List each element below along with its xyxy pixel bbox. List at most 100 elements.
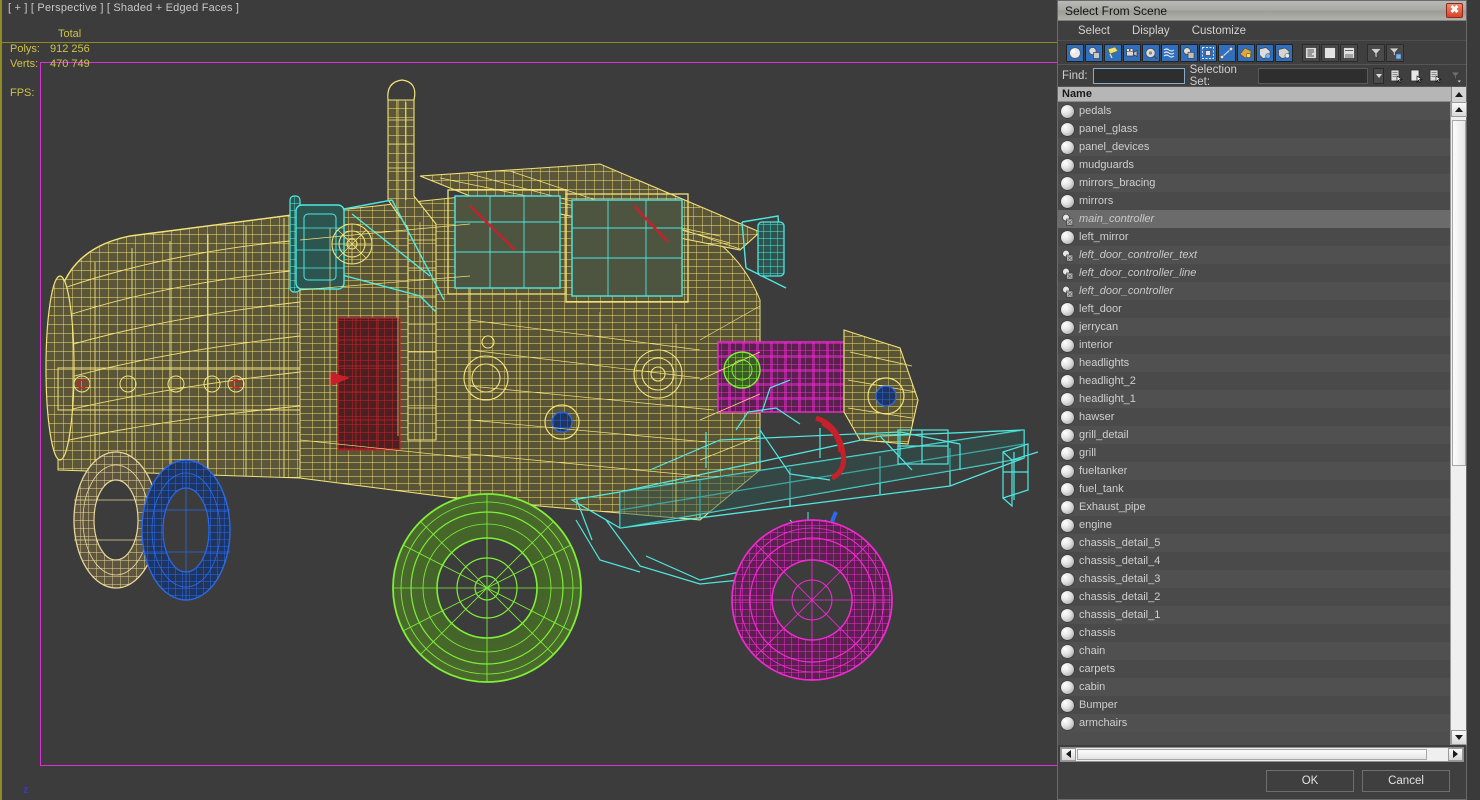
geometry-object-icon[interactable] (1061, 608, 1074, 622)
list-item[interactable]: armchairs (1058, 714, 1450, 732)
scroll-left-button[interactable] (1061, 747, 1076, 761)
geometry-object-icon[interactable] (1061, 320, 1074, 334)
geometry-object-icon[interactable] (1061, 392, 1074, 406)
list-item[interactable]: Exhaust_pipe (1058, 498, 1450, 516)
list-item[interactable]: left_door_controller_line (1058, 264, 1450, 282)
funnel-icon[interactable] (1367, 43, 1385, 62)
list-item[interactable]: chain (1058, 642, 1450, 660)
list-item[interactable]: main_controller (1058, 210, 1450, 228)
geometry-object-icon[interactable] (1061, 140, 1074, 154)
list-item[interactable]: panel_glass (1058, 120, 1450, 138)
funnel-config-icon[interactable] (1386, 43, 1404, 62)
list-item[interactable]: headlight_2 (1058, 372, 1450, 390)
geometry-object-icon[interactable] (1061, 176, 1074, 190)
geometry-object-icon[interactable] (1061, 302, 1074, 316)
children-icon[interactable] (1275, 43, 1293, 62)
bone-icon[interactable] (1218, 43, 1236, 62)
geometry-object-icon[interactable] (1061, 374, 1074, 388)
list-item[interactable]: chassis_detail_5 (1058, 534, 1450, 552)
geometry-object-icon[interactable] (1061, 680, 1074, 694)
vertical-scrollbar-thumb[interactable] (1452, 120, 1466, 466)
shape-object-icon[interactable] (1061, 213, 1074, 226)
page-cursor-icon[interactable] (1409, 67, 1423, 84)
scene-object-list[interactable]: pedals panel_glass panel_devices mudguards m… (1058, 102, 1450, 745)
list-item[interactable]: engine (1058, 516, 1450, 534)
list-item[interactable]: chassis (1058, 624, 1450, 642)
geometry-object-icon[interactable] (1061, 194, 1074, 208)
close-icon[interactable]: ✖ (1446, 3, 1463, 18)
hidden-icon[interactable] (1256, 43, 1274, 62)
geometry-object-icon[interactable] (1061, 230, 1074, 244)
list-item[interactable]: chassis_detail_3 (1058, 570, 1450, 588)
search-input[interactable] (1092, 67, 1185, 84)
menu-select[interactable]: Select (1078, 25, 1110, 37)
sort-ascending-icon[interactable] (1451, 87, 1466, 102)
sphere-icon[interactable] (1066, 43, 1084, 62)
page-pointer-icon[interactable] (1389, 67, 1404, 84)
list-item[interactable]: cabin (1058, 678, 1450, 696)
list-lines-icon[interactable] (1302, 43, 1320, 62)
geometry-object-icon[interactable] (1061, 590, 1074, 604)
menu-display[interactable]: Display (1132, 25, 1170, 37)
page-lines-icon[interactable] (1340, 43, 1358, 62)
filter-dropdown-icon[interactable] (1448, 67, 1462, 84)
list-item[interactable]: left_door_controller_text (1058, 246, 1450, 264)
list-item[interactable]: hawser (1058, 408, 1450, 426)
geometry-object-icon[interactable] (1061, 428, 1074, 442)
geometry-object-icon[interactable] (1061, 644, 1074, 658)
camera-icon[interactable] (1123, 43, 1141, 62)
geometry-object-icon[interactable] (1061, 500, 1074, 514)
shape-object-icon[interactable] (1061, 267, 1074, 280)
tape-helper-icon[interactable] (1142, 43, 1160, 62)
list-item[interactable]: headlights (1058, 354, 1450, 372)
list-item[interactable]: chassis_detail_4 (1058, 552, 1450, 570)
geometry-object-icon[interactable] (1061, 410, 1074, 424)
xref-icon[interactable] (1199, 43, 1217, 62)
list-item[interactable]: grill_detail (1058, 426, 1450, 444)
cancel-button[interactable]: Cancel (1362, 770, 1450, 792)
list-item[interactable]: fuel_tank (1058, 480, 1450, 498)
geometry-object-icon[interactable] (1061, 572, 1074, 586)
geometry-object-icon[interactable] (1061, 716, 1074, 730)
menu-customize[interactable]: Customize (1192, 25, 1246, 37)
scroll-right-button[interactable] (1448, 747, 1463, 761)
geometry-object-icon[interactable] (1061, 158, 1074, 172)
shapes-icon[interactable] (1085, 43, 1103, 62)
geometry-object-icon[interactable] (1061, 626, 1074, 640)
geometry-object-icon[interactable] (1061, 356, 1074, 370)
frozen-icon[interactable] (1237, 43, 1255, 62)
list-item[interactable]: chassis_detail_2 (1058, 588, 1450, 606)
ok-button[interactable]: OK (1266, 770, 1354, 792)
geometry-object-icon[interactable] (1061, 518, 1074, 532)
geometry-object-icon[interactable] (1061, 464, 1074, 478)
vertical-scrollbar[interactable] (1450, 102, 1467, 745)
geometry-object-icon[interactable] (1061, 698, 1074, 712)
dialog-titlebar[interactable]: Select From Scene ✖ (1058, 1, 1466, 21)
geometry-object-icon[interactable] (1061, 482, 1074, 496)
geometry-object-icon[interactable] (1061, 446, 1074, 460)
wave-icon[interactable] (1161, 43, 1179, 62)
list-item[interactable]: jerrycan (1058, 318, 1450, 336)
list-item[interactable]: fueltanker (1058, 462, 1450, 480)
list-item[interactable]: mudguards (1058, 156, 1450, 174)
page-arrow-icon[interactable] (1428, 67, 1442, 84)
list-item[interactable]: Bumper (1058, 696, 1450, 714)
shape-object-icon[interactable] (1061, 285, 1074, 298)
geometry-object-icon[interactable] (1061, 122, 1074, 136)
selection-set-input[interactable] (1258, 67, 1369, 84)
list-item[interactable]: chassis_detail_1 (1058, 606, 1450, 624)
list-item[interactable]: mirrors (1058, 192, 1450, 210)
perspective-viewport[interactable]: [ + ] [ Perspective ] [ Shaded + Edged F… (0, 0, 1057, 800)
list-item[interactable]: left_mirror (1058, 228, 1450, 246)
geometry-object-icon[interactable] (1061, 662, 1074, 676)
geometry-object-icon[interactable] (1061, 554, 1074, 568)
group-icon[interactable] (1180, 43, 1198, 62)
geometry-object-icon[interactable] (1061, 536, 1074, 550)
viewport-label[interactable]: [ + ] [ Perspective ] [ Shaded + Edged F… (8, 2, 239, 14)
horizontal-scrollbar-thumb[interactable] (1077, 748, 1427, 760)
list-item[interactable]: left_door (1058, 300, 1450, 318)
column-header-name[interactable]: Name (1058, 87, 1466, 102)
geometry-object-icon[interactable] (1061, 104, 1074, 118)
light-icon[interactable] (1104, 43, 1122, 62)
list-item[interactable]: grill (1058, 444, 1450, 462)
